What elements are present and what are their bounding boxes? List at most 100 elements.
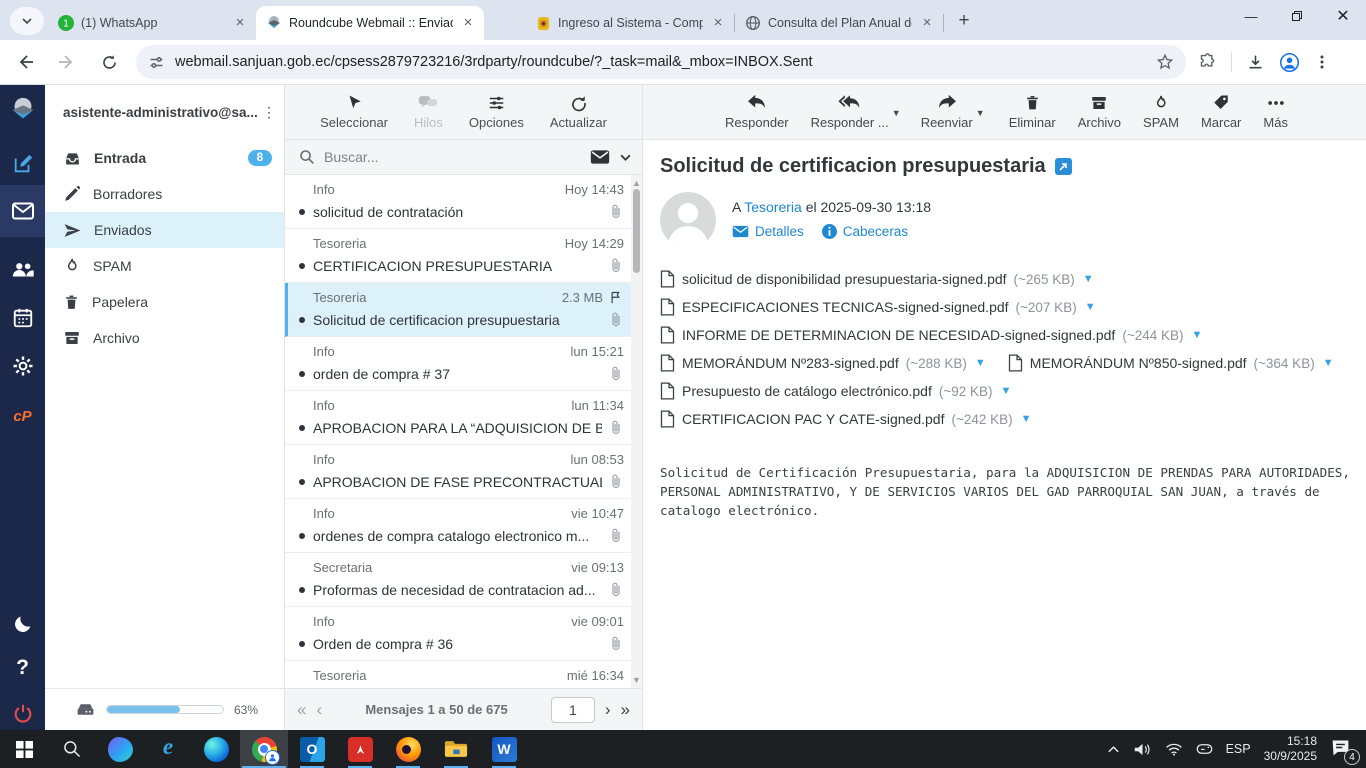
message-list-row[interactable]: Info lun 08:53 APROBACION DE FASE PRECON… xyxy=(285,445,632,499)
message-list-row[interactable]: Info lun 11:34 APROBACION PARA LA “ADQUI… xyxy=(285,391,632,445)
search-options-chevron-icon[interactable] xyxy=(619,151,632,164)
search-scope-mail-icon[interactable] xyxy=(590,149,610,165)
attachment-menu-icon[interactable]: ▼ xyxy=(1192,329,1203,341)
taskbar-edge-button[interactable] xyxy=(192,730,240,768)
headers-button[interactable]: Cabeceras xyxy=(821,224,908,239)
taskbar-search-button[interactable] xyxy=(48,730,96,768)
restore-button[interactable] xyxy=(1274,0,1320,32)
list-scrollbar[interactable]: ▲ ▼ xyxy=(631,175,642,688)
tab-close-icon[interactable]: × xyxy=(710,15,726,31)
message-list-row[interactable]: Tesoreria 2.3 MB Solicitud de certificac… xyxy=(285,283,632,337)
tab-plan-anual[interactable]: Consulta del Plan Anual de Con × xyxy=(735,6,943,40)
attachment-menu-icon[interactable]: ▼ xyxy=(975,357,986,369)
folder-papelera[interactable]: Papelera xyxy=(45,284,284,320)
volume-icon[interactable] xyxy=(1133,742,1152,757)
taskbar-firefox-button[interactable] xyxy=(384,730,432,768)
attachment-menu-icon[interactable]: ▼ xyxy=(1001,385,1012,397)
logout-button[interactable] xyxy=(0,693,45,735)
wifi-icon[interactable] xyxy=(1165,742,1183,756)
last-page-icon[interactable]: » xyxy=(621,701,630,718)
tab-whatsapp[interactable]: 1 (1) WhatsApp × xyxy=(48,6,256,40)
calendar-button[interactable] xyxy=(0,297,45,339)
attachment-item[interactable]: MEMORÁNDUM Nº850-signed.pdf (~364 KB) ▼ xyxy=(1008,354,1334,372)
language-indicator[interactable]: ESP xyxy=(1226,742,1251,756)
recipient-link[interactable]: Tesoreria xyxy=(744,199,802,215)
threads-button[interactable]: Hilos xyxy=(414,94,443,130)
account-menu-icon[interactable]: ⋮ xyxy=(262,105,276,119)
select-button[interactable]: Seleccionar xyxy=(320,94,388,130)
attachment-menu-icon[interactable]: ▼ xyxy=(1083,273,1094,285)
attachment-menu-icon[interactable]: ▼ xyxy=(1021,413,1032,425)
more-button[interactable]: Más xyxy=(1263,94,1288,130)
forward-caret-icon[interactable]: ▼ xyxy=(976,108,985,118)
prev-page-icon[interactable]: ‹ xyxy=(316,701,322,718)
browser-menu-icon[interactable] xyxy=(1314,54,1330,70)
taskbar-outlook-button[interactable]: O xyxy=(288,730,336,768)
minimize-button[interactable]: — xyxy=(1228,0,1274,32)
message-list-row[interactable]: Tesoreria Hoy 14:29 CERTIFICACION PRESUP… xyxy=(285,229,632,283)
mark-button[interactable]: Marcar xyxy=(1201,94,1241,130)
tab-close-icon[interactable]: × xyxy=(919,15,935,31)
tab-close-icon[interactable]: × xyxy=(460,15,476,31)
tab-compras-publicas[interactable]: Ingreso al Sistema - Compras P × xyxy=(526,6,734,40)
attachment-item[interactable]: solicitud de disponibilidad presupuestar… xyxy=(660,270,1094,288)
taskbar-explorer-button[interactable] xyxy=(432,730,480,768)
tab-search-button[interactable] xyxy=(10,7,44,35)
clock[interactable]: 15:18 30/9/2025 xyxy=(1264,734,1317,764)
folder-entrada[interactable]: Entrada 8 xyxy=(45,140,284,176)
dark-mode-button[interactable] xyxy=(0,603,45,645)
mail-task-button[interactable] xyxy=(0,185,45,237)
reply-all-caret-icon[interactable]: ▼ xyxy=(892,108,901,118)
attachment-item[interactable]: MEMORÁNDUM Nº283-signed.pdf (~288 KB) ▼ xyxy=(660,354,986,372)
back-button[interactable] xyxy=(8,45,42,79)
search-input[interactable] xyxy=(324,149,581,165)
folder-enviados[interactable]: Enviados xyxy=(45,212,284,248)
open-in-new-window-icon[interactable] xyxy=(1054,158,1072,175)
forward-button[interactable]: Reenviar ▼ xyxy=(921,94,985,130)
taskbar-word-button[interactable]: W xyxy=(480,730,528,768)
taskbar-chrome-button[interactable] xyxy=(240,730,288,768)
attachment-menu-icon[interactable]: ▼ xyxy=(1323,357,1334,369)
reply-all-button[interactable]: Responder ... ▼ xyxy=(811,94,901,130)
archive-button[interactable]: Archivo xyxy=(1078,94,1121,130)
message-list-row[interactable]: Tesoreria mié 16:34 xyxy=(285,661,632,688)
scroll-down-icon[interactable]: ▼ xyxy=(631,675,642,685)
message-list-row[interactable]: Info lun 15:21 orden de compra # 37 xyxy=(285,337,632,391)
taskbar-acrobat-button[interactable] xyxy=(336,730,384,768)
scroll-up-icon[interactable]: ▲ xyxy=(631,178,642,188)
first-page-icon[interactable]: « xyxy=(297,701,306,718)
tray-chevron-up-icon[interactable] xyxy=(1107,744,1120,754)
reply-button[interactable]: Responder xyxy=(725,94,789,130)
refresh-button[interactable]: Actualizar xyxy=(550,94,607,130)
message-list-row[interactable]: Info Hoy 14:43 solicitud de contratación xyxy=(285,175,632,229)
profile-avatar-icon[interactable] xyxy=(1279,52,1300,73)
folder-archivo[interactable]: Archivo xyxy=(45,320,284,356)
downloads-icon[interactable] xyxy=(1246,53,1265,72)
message-list-row[interactable]: Info vie 09:01 Orden de compra # 36 xyxy=(285,607,632,661)
details-button[interactable]: Detalles xyxy=(732,224,804,239)
forward-button[interactable] xyxy=(50,45,84,79)
help-button[interactable]: ? xyxy=(0,647,45,689)
compose-button[interactable] xyxy=(0,143,45,185)
folder-spam[interactable]: SPAM xyxy=(45,248,284,284)
tab-roundcube[interactable]: Roundcube Webmail :: Enviados × xyxy=(256,6,484,40)
tray-device-icon[interactable] xyxy=(1196,742,1213,756)
settings-button[interactable] xyxy=(0,345,45,387)
next-page-icon[interactable]: › xyxy=(605,701,611,718)
scrollbar-thumb[interactable] xyxy=(633,189,640,273)
extensions-icon[interactable] xyxy=(1198,52,1217,72)
new-tab-button[interactable]: + xyxy=(950,7,978,35)
taskbar-copilot-button[interactable] xyxy=(96,730,144,768)
notification-center-button[interactable]: 4 xyxy=(1330,737,1360,765)
contacts-button[interactable] xyxy=(0,249,45,291)
delete-button[interactable]: Eliminar xyxy=(1009,94,1056,130)
attachment-item[interactable]: ESPECIFICACIONES TECNICAS-signed-signed.… xyxy=(660,298,1096,316)
flag-icon[interactable] xyxy=(609,290,624,305)
reload-button[interactable] xyxy=(92,45,126,79)
page-number-input[interactable] xyxy=(550,696,595,723)
spam-button[interactable]: SPAM xyxy=(1143,94,1179,130)
attachment-item[interactable]: Presupuesto de catálogo electrónico.pdf … xyxy=(660,382,1011,400)
start-button[interactable] xyxy=(0,730,48,768)
close-button[interactable]: ✕ xyxy=(1320,0,1366,32)
cpanel-link[interactable]: cP xyxy=(0,395,45,437)
